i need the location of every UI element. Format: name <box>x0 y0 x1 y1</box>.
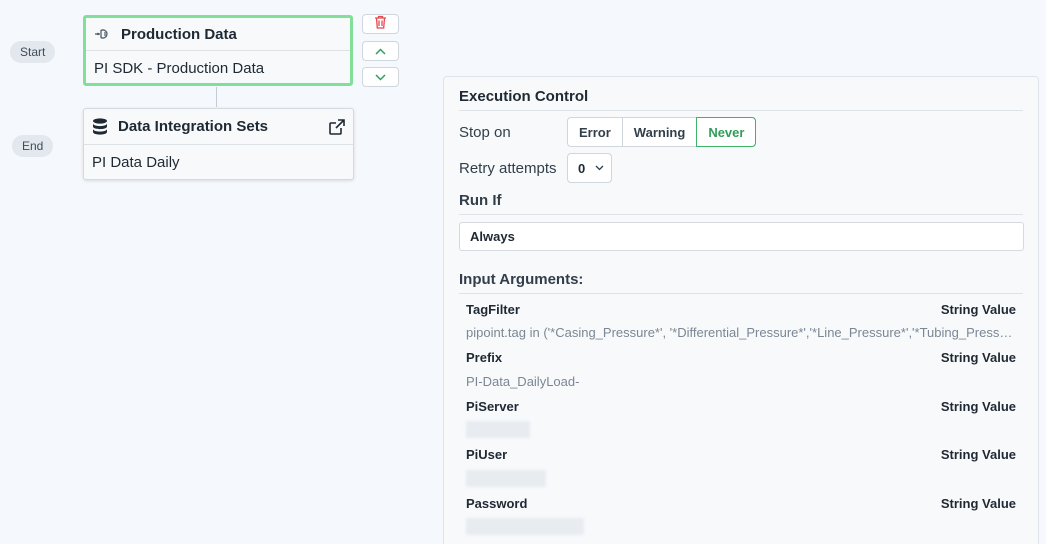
arg-name-piserver: PiServer <box>466 399 519 414</box>
retry-attempts-select[interactable]: 0 <box>567 153 612 183</box>
retry-attempts-value: 0 <box>578 160 586 176</box>
divider <box>459 293 1023 294</box>
node-title: Production Data <box>121 25 237 43</box>
arg-value-piuser-redacted[interactable] <box>466 470 546 487</box>
execution-control-panel: Execution Control Stop on Error Warning … <box>443 76 1039 544</box>
chevron-up-icon <box>375 42 386 60</box>
run-if-label: Run If <box>459 192 502 209</box>
stop-on-warning-option[interactable]: Warning <box>623 118 698 146</box>
node-subtitle: PI SDK - Production Data <box>94 59 265 77</box>
end-label: End <box>12 135 54 157</box>
database-icon <box>91 118 109 136</box>
divider <box>459 214 1023 215</box>
trash-icon <box>374 15 387 34</box>
move-down-button[interactable] <box>362 67 399 87</box>
flow-connector <box>216 87 217 107</box>
divider <box>459 110 1023 111</box>
arg-type: String Value <box>940 496 1016 511</box>
retry-attempts-label: Retry attempts <box>459 160 557 177</box>
plug-icon <box>94 25 112 43</box>
delete-button[interactable] <box>362 14 399 34</box>
input-arguments-label: Input Arguments: <box>459 271 584 288</box>
node-subtitle: PI Data Daily <box>92 153 180 171</box>
run-if-field[interactable]: Always <box>459 222 1024 251</box>
arg-value-password-redacted[interactable] <box>466 518 584 535</box>
start-label: Start <box>10 41 56 63</box>
arg-type: String Value <box>940 350 1016 365</box>
arg-value-prefix[interactable]: PI-Data_DailyLoad- <box>466 374 1016 389</box>
arg-name-password: Password <box>466 496 528 511</box>
panel-title: Execution Control <box>459 88 589 105</box>
arg-name-piuser: PiUser <box>466 447 508 462</box>
flow-node-data-integration-sets[interactable]: Data Integration Sets PI Data Daily <box>83 108 354 180</box>
stop-on-label: Stop on <box>459 124 511 141</box>
stop-on-error-option[interactable]: Error <box>568 118 623 146</box>
arg-type: String Value <box>940 302 1016 317</box>
flow-node-production-data[interactable]: Production Data PI SDK - Production Data <box>83 15 353 86</box>
arg-name-tagfilter: TagFilter <box>466 302 520 317</box>
chevron-down-icon <box>375 68 386 86</box>
arg-type: String Value <box>940 399 1016 414</box>
node-title: Data Integration Sets <box>118 118 269 135</box>
arg-value-piserver-redacted[interactable] <box>466 421 530 438</box>
arg-name-prefix: Prefix <box>466 350 503 365</box>
stop-on-segmented-control: Error Warning Never <box>567 117 757 147</box>
external-link-icon[interactable] <box>328 118 346 136</box>
stop-on-never-option[interactable]: Never <box>696 117 757 147</box>
arg-value-tagfilter[interactable]: pipoint.tag in ('*Casing_Pressure*', '*D… <box>466 325 1016 340</box>
chevron-down-icon <box>595 165 604 171</box>
arg-type: String Value <box>940 447 1016 462</box>
move-up-button[interactable] <box>362 41 399 61</box>
